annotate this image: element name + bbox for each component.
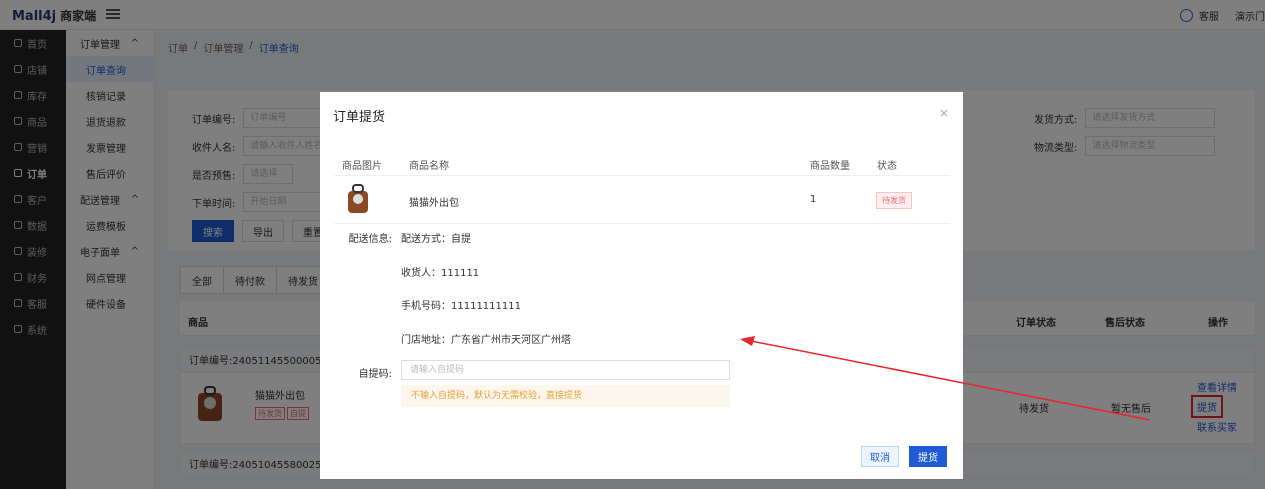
item-status-tag: 待发货 xyxy=(876,192,912,209)
item-qty: 1 xyxy=(810,194,817,205)
receiver-info: 收货人：111111 xyxy=(401,268,480,279)
delivery-info-label: 配送信息: xyxy=(348,234,392,245)
close-icon[interactable]: × xyxy=(939,106,949,120)
header-status: 状态 xyxy=(877,161,897,172)
header-name: 商品名称 xyxy=(409,161,449,172)
table-row: 猫猫外出包 1 待发货 xyxy=(334,176,950,224)
header-image: 商品图片 xyxy=(342,161,382,172)
pickup-code-input[interactable]: 请输入自提码 xyxy=(401,360,730,380)
dialog-title: 订单提货 xyxy=(333,110,386,125)
pickup-dialog: 订单提货 × 商品图片 商品名称 商品数量 状态 猫猫外出包 1 待发货 配送信… xyxy=(320,92,963,479)
dialog-table-header: 商品图片 商品名称 商品数量 状态 xyxy=(334,148,950,176)
phone-info: 手机号码：11111111111 xyxy=(401,301,521,312)
delivery-method: 配送方式：自提 xyxy=(401,234,471,245)
pickup-code-tip: 不输入自提码，默认为无需校验，直接提货 xyxy=(401,385,730,407)
item-name: 猫猫外出包 xyxy=(409,198,459,209)
store-address: 门店地址：广东省广州市天河区广州塔 xyxy=(401,335,571,346)
pickup-code-label: 自提码: xyxy=(358,369,392,380)
confirm-pickup-button[interactable]: 提货 xyxy=(909,446,947,467)
header-qty: 商品数量 xyxy=(810,161,850,172)
product-thumbnail xyxy=(348,184,368,213)
cancel-button[interactable]: 取消 xyxy=(861,446,899,467)
